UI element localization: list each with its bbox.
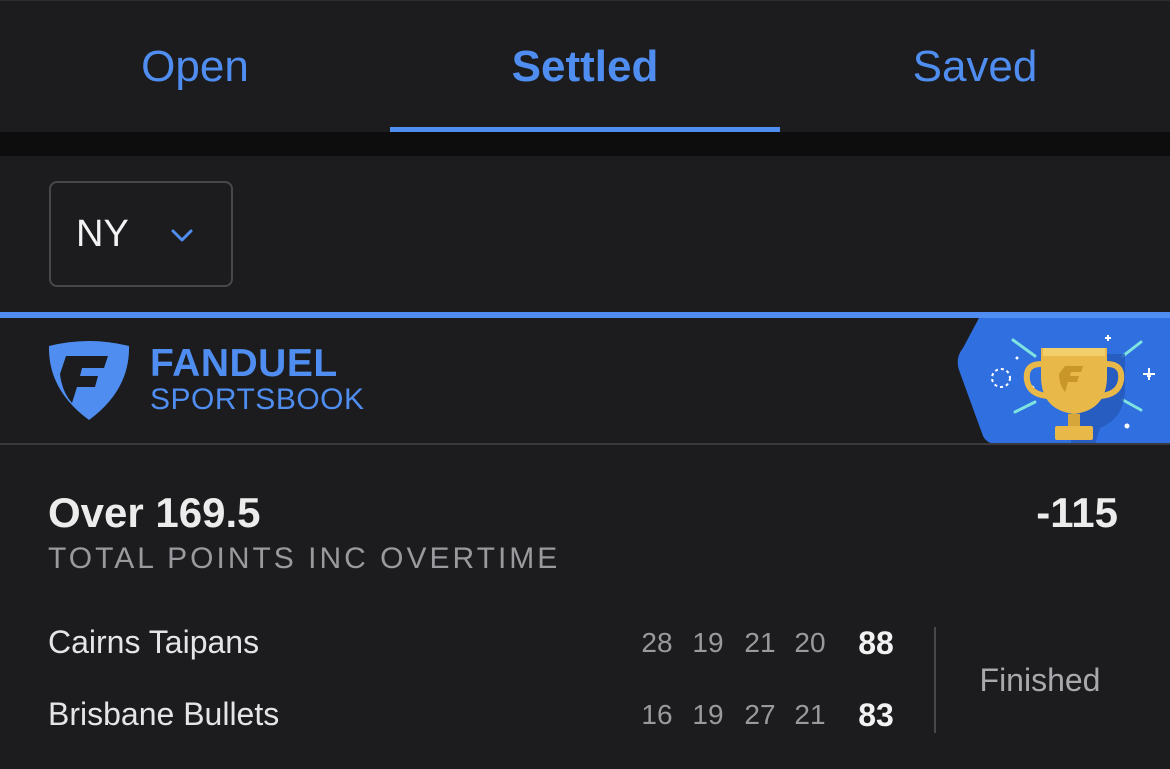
quarter-score: 21 (794, 699, 826, 730)
fanduel-shield-logo (48, 341, 130, 420)
quarter-score: 21 (744, 627, 776, 658)
quarter-score: 19 (692, 699, 724, 730)
total-score: 88 (858, 625, 894, 661)
trophy-icon (957, 318, 1170, 444)
header-divider (0, 443, 1170, 445)
tab-open[interactable]: Open (0, 1, 390, 133)
bet-market: TOTAL POINTS INC OVERTIME (48, 542, 561, 575)
brand-name: FANDUEL (150, 342, 338, 385)
total-score: 83 (858, 697, 894, 733)
team-name: Cairns Taipans (48, 624, 260, 660)
bet-selection: Over 169.5 (48, 489, 261, 536)
tab-settled[interactable]: Settled (390, 1, 780, 133)
quarter-score: 16 (641, 699, 673, 730)
brand-subtitle: SPORTSBOOK (150, 383, 365, 416)
quarter-score: 19 (692, 627, 724, 658)
bet-odds: -115 (1036, 489, 1118, 536)
quarter-score: 20 (794, 627, 826, 658)
tab-saved[interactable]: Saved (780, 1, 1170, 133)
quarter-score: 27 (744, 699, 776, 730)
game-status: Finished (979, 662, 1101, 698)
score-divider (934, 627, 936, 733)
bet-tabs: Open Settled Saved (0, 0, 1170, 133)
team-name: Brisbane Bullets (48, 696, 280, 732)
chevron-down-icon (171, 229, 193, 242)
section-divider (0, 132, 1170, 156)
quarter-score: 28 (641, 627, 673, 658)
state-selector-value: NY (76, 212, 129, 255)
state-selector[interactable]: NY (49, 181, 233, 287)
